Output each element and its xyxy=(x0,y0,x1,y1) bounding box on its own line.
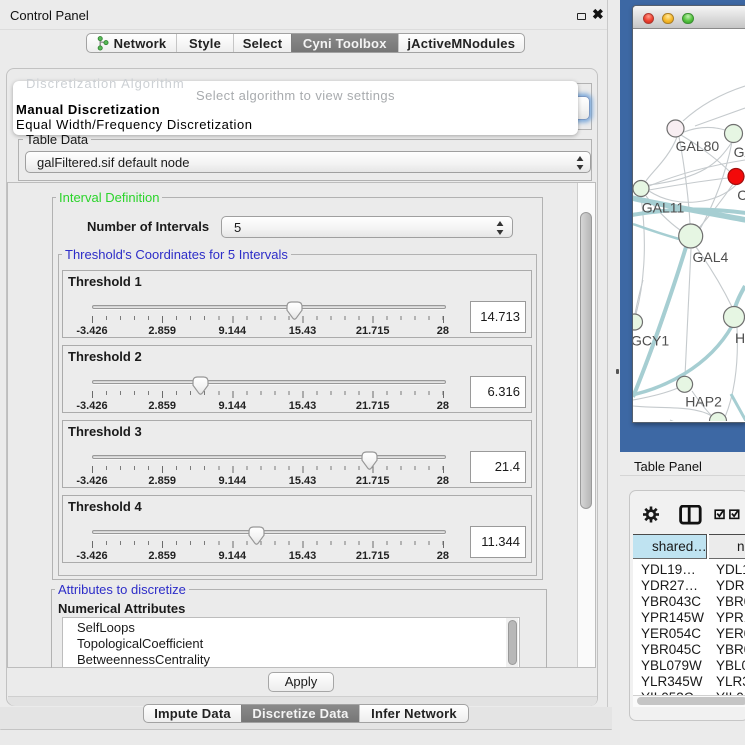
svg-text:GAL4: GAL4 xyxy=(693,249,729,265)
svg-text:GCY1: GCY1 xyxy=(633,333,669,349)
svg-text:GA: GA xyxy=(734,144,745,160)
svg-text:GAL80: GAL80 xyxy=(676,138,720,154)
svg-text:HAP2: HAP2 xyxy=(685,394,722,410)
svg-text:H: H xyxy=(735,330,745,346)
svg-text:C: C xyxy=(737,187,745,203)
svg-text:GAL11: GAL11 xyxy=(642,200,685,216)
